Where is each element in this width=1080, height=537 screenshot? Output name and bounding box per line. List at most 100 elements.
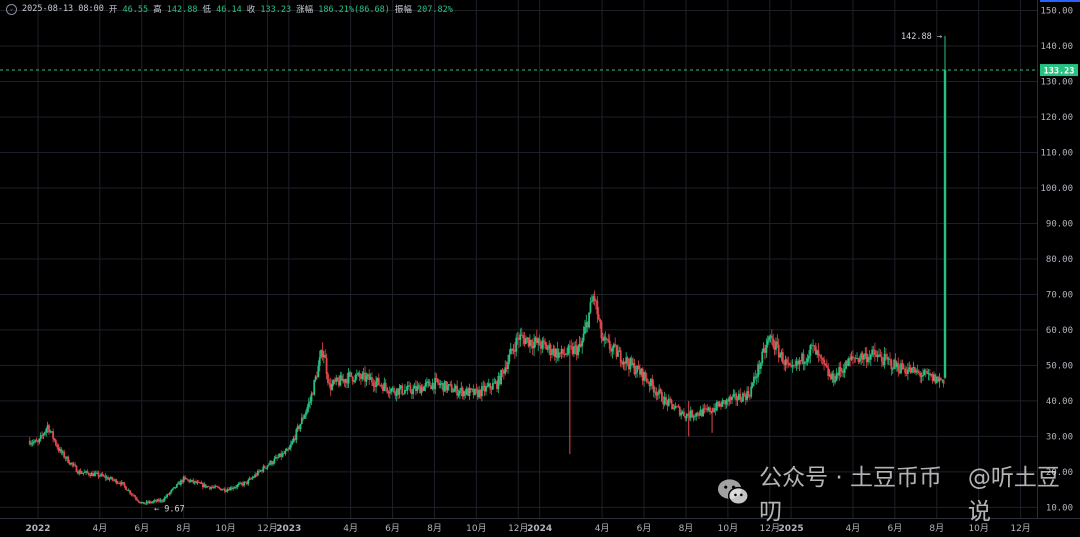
candle-body: [489, 383, 492, 389]
candle-body: [735, 393, 738, 401]
candle-body: [891, 368, 894, 370]
candle-body: [852, 356, 854, 358]
candle-body: [626, 357, 629, 364]
candle-body: [108, 478, 111, 480]
candle-body: [673, 408, 676, 410]
candle-body: [582, 333, 585, 341]
candlestick-chart[interactable]: 10.0020.0030.0040.0050.0060.0070.0080.00…: [0, 0, 1080, 537]
candle-body: [600, 321, 603, 339]
candle-body: [54, 440, 57, 445]
candle-body: [136, 498, 138, 501]
candle-body: [562, 348, 564, 355]
candle-body: [453, 389, 456, 392]
candle-body: [131, 494, 134, 496]
candle-body: [390, 388, 393, 393]
candle-body: [743, 393, 746, 396]
change-value: 186.21%(86.68): [318, 5, 390, 15]
candle-body: [98, 475, 101, 477]
amplitude-value: 207.82%: [417, 5, 453, 15]
candle-body: [874, 350, 876, 355]
candle-body: [709, 407, 711, 413]
candle-body: [288, 447, 291, 450]
x-tick-label: 4月: [595, 523, 610, 534]
candle-body: [544, 341, 546, 345]
candle-body: [266, 465, 269, 468]
candle-body: [475, 388, 478, 390]
candle-body: [215, 486, 218, 487]
watermark-text-handle: @听土豆说: [967, 465, 1060, 525]
candle-body: [843, 368, 846, 374]
open-value: 46.55: [122, 5, 149, 15]
candle-body: [808, 355, 810, 359]
candle-body: [289, 444, 292, 448]
candle-body: [189, 480, 192, 482]
candle-body: [163, 497, 166, 501]
candle-body: [377, 377, 380, 385]
candle-body: [817, 350, 820, 356]
candle-body: [515, 337, 518, 352]
close-value: 133.23: [260, 5, 292, 15]
candle-body: [593, 296, 596, 301]
candle-body: [607, 339, 610, 341]
candle-body: [175, 484, 178, 488]
y-tick-label: 50.00: [1046, 361, 1073, 371]
candle-body: [897, 363, 900, 371]
candle-body: [567, 345, 570, 354]
change-label: 涨幅: [296, 5, 314, 15]
candle-body: [568, 345, 571, 347]
candle-body: [853, 357, 856, 359]
y-tick-label: 120.00: [1040, 113, 1073, 123]
candle-body: [693, 416, 696, 418]
x-tick-label: 2023: [276, 524, 301, 534]
candle-body: [834, 380, 836, 383]
candle-body: [42, 434, 45, 436]
candle-body: [347, 372, 350, 384]
candle-body: [652, 385, 655, 393]
candle-body: [115, 479, 118, 484]
candle-body: [355, 374, 358, 376]
collapse-toggle-icon[interactable]: ⌄: [6, 3, 17, 15]
candle-body: [901, 363, 904, 370]
candle-body: [765, 344, 768, 353]
candle-body: [130, 493, 133, 495]
candle-body: [772, 338, 775, 347]
candle-body: [123, 483, 126, 487]
candle-body: [485, 386, 487, 392]
candle-body: [917, 371, 920, 374]
y-tick-label: 100.00: [1040, 184, 1073, 194]
candle-body: [218, 487, 221, 489]
candle-body: [412, 388, 415, 395]
candle-body: [880, 356, 883, 362]
candle-body: [169, 492, 171, 495]
y-tick-label: 140.00: [1040, 42, 1073, 52]
candle-body: [457, 393, 460, 396]
candle-body: [788, 363, 791, 366]
candle-body: [225, 491, 228, 492]
candle-body: [263, 466, 266, 468]
candle-body: [608, 340, 611, 350]
candle-body: [589, 302, 592, 313]
candle-body: [351, 376, 354, 382]
candle-body: [291, 441, 294, 445]
candle-body: [721, 400, 724, 407]
candle-body: [619, 350, 622, 363]
candle-body: [380, 385, 383, 387]
candle-body: [916, 370, 919, 372]
candle-body: [656, 393, 659, 396]
candle-body: [669, 398, 672, 400]
candle-body: [680, 412, 683, 416]
candle-body: [821, 357, 824, 360]
candle-body: [942, 379, 945, 384]
candle-body: [354, 375, 357, 382]
candle-body: [409, 385, 412, 392]
candle-body: [325, 357, 328, 375]
candle-body: [524, 339, 527, 345]
y-tick-label: 150.00: [1040, 7, 1073, 17]
candle-body: [611, 348, 614, 352]
candle-body: [31, 442, 34, 444]
x-tick-label: 2024: [527, 524, 552, 534]
candle-body: [809, 345, 812, 356]
candle-body: [522, 335, 525, 339]
x-tick-label: 8月: [427, 523, 442, 534]
candle-body: [38, 438, 41, 443]
